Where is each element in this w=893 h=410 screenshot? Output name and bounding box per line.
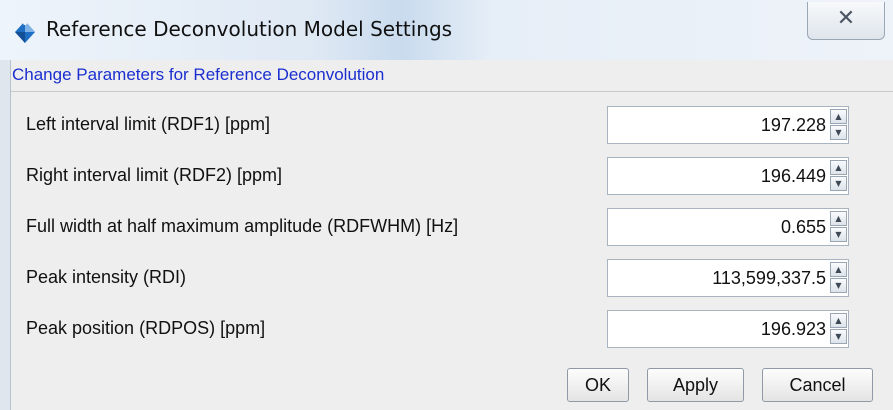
rdfwhm-spinner[interactable]: 0.655 ▲ ▼ bbox=[607, 208, 849, 246]
spinner-arrows: ▲ ▼ bbox=[830, 262, 847, 294]
close-icon: ✕ bbox=[836, 6, 856, 31]
spin-down-icon[interactable]: ▼ bbox=[830, 176, 847, 191]
spinner-arrows: ▲ ▼ bbox=[830, 160, 847, 192]
apply-button[interactable]: Apply bbox=[647, 368, 744, 402]
section-title: Change Parameters for Reference Deconvol… bbox=[12, 65, 385, 84]
spinner-arrows: ▲ ▼ bbox=[830, 109, 847, 141]
field-label-rdpos: Peak position (RDPOS) [ppm] bbox=[26, 318, 266, 338]
spin-down-icon[interactable]: ▼ bbox=[830, 329, 847, 344]
spin-up-icon[interactable]: ▲ bbox=[830, 109, 847, 124]
ok-button[interactable]: OK bbox=[567, 368, 629, 402]
rdfwhm-value[interactable]: 0.655 bbox=[781, 209, 826, 245]
cancel-button[interactable]: Cancel bbox=[762, 368, 873, 402]
field-label-rdf1: Left interval limit (RDF1) [ppm] bbox=[26, 114, 271, 134]
rdf2-value[interactable]: 196.449 bbox=[761, 158, 826, 194]
field-label-rdf2: Right interval limit (RDF2) [ppm] bbox=[26, 165, 283, 185]
title-bar[interactable]: Reference Deconvolution Model Settings ✕ bbox=[0, 0, 893, 60]
dialog-content: Change Parameters for Reference Deconvol… bbox=[10, 60, 893, 410]
section-divider bbox=[11, 91, 893, 92]
rdf2-spinner[interactable]: 196.449 ▲ ▼ bbox=[607, 157, 849, 195]
window-title: Reference Deconvolution Model Settings bbox=[46, 17, 453, 41]
spin-up-icon[interactable]: ▲ bbox=[830, 262, 847, 277]
spinner-arrows: ▲ ▼ bbox=[830, 313, 847, 345]
rdf1-value[interactable]: 197.228 bbox=[761, 107, 826, 143]
app-diamond-icon bbox=[15, 21, 35, 43]
close-button[interactable]: ✕ bbox=[807, 2, 885, 40]
field-label-rdfwhm: Full width at half maximum amplitude (RD… bbox=[26, 216, 459, 236]
rdpos-value[interactable]: 196.923 bbox=[761, 311, 826, 347]
spin-down-icon[interactable]: ▼ bbox=[830, 278, 847, 293]
rdpos-spinner[interactable]: 196.923 ▲ ▼ bbox=[607, 310, 849, 348]
rdi-value[interactable]: 113,599,337.5 bbox=[712, 260, 826, 296]
spin-down-icon[interactable]: ▼ bbox=[830, 227, 847, 242]
rdf1-spinner[interactable]: 197.228 ▲ ▼ bbox=[607, 106, 849, 144]
spinner-arrows: ▲ ▼ bbox=[830, 211, 847, 243]
spin-up-icon[interactable]: ▲ bbox=[830, 313, 847, 328]
rdi-spinner[interactable]: 113,599,337.5 ▲ ▼ bbox=[607, 259, 849, 297]
spin-up-icon[interactable]: ▲ bbox=[830, 211, 847, 226]
spin-down-icon[interactable]: ▼ bbox=[830, 125, 847, 140]
field-label-rdi: Peak intensity (RDI) bbox=[26, 267, 187, 287]
spin-up-icon[interactable]: ▲ bbox=[830, 160, 847, 175]
